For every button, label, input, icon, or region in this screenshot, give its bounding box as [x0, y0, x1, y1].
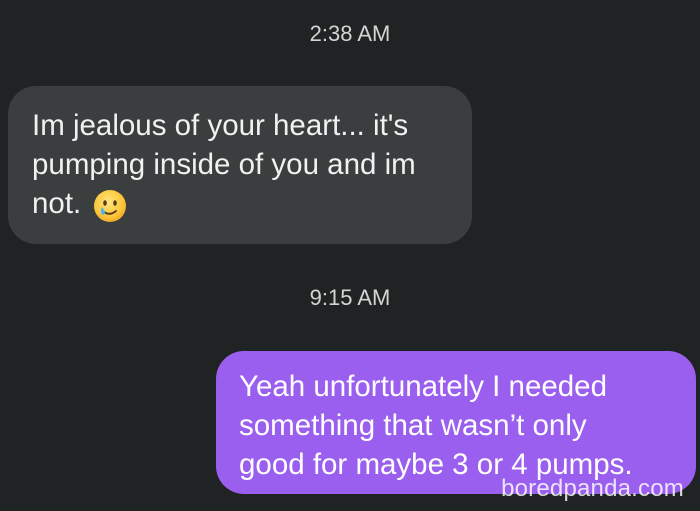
incoming-message-bubble[interactable]: Im jealous of your heart... it's pumping…	[8, 86, 472, 244]
outgoing-message-bubble[interactable]: Yeah unfortunately I needed something th…	[216, 351, 696, 494]
smiling-face-with-tear-icon	[94, 190, 127, 222]
watermark: boredpanda.com	[501, 475, 684, 502]
message-text-line: Yeah unfortunately I needed	[239, 370, 607, 403]
message-timestamp: 9:15 AM	[309, 285, 391, 310]
message-text-line: pumping inside of you and im	[32, 148, 416, 181]
message-text-line: Im jealous of your heart... it's	[32, 109, 409, 142]
message-text-line: something that wasn’t only	[239, 409, 587, 442]
message-text-line: not.	[32, 184, 450, 223]
message-timestamp: 2:38 AM	[309, 21, 391, 46]
message-text-segment: not.	[32, 187, 82, 220]
